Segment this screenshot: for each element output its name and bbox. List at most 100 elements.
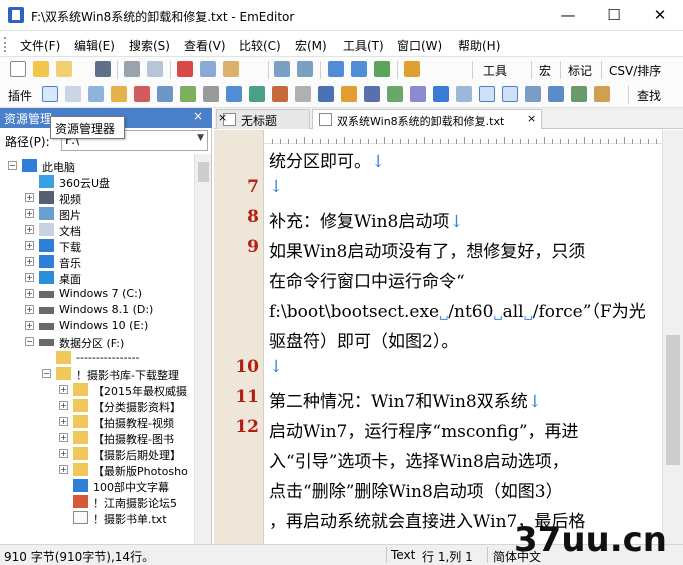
tree-item[interactable]: + 【分类摄影资料】 — [0, 398, 196, 414]
expand-icon[interactable]: + — [59, 433, 68, 442]
editor-scrollbar[interactable] — [662, 130, 683, 544]
plugin-icon[interactable] — [571, 86, 587, 102]
expand-icon[interactable]: + — [25, 257, 34, 266]
tree-item[interactable]: + Windows 7 (C:) — [0, 286, 196, 302]
tree-item[interactable]: + 【2015年最权威摄 — [0, 382, 196, 398]
tree-item[interactable]: + 桌面 — [0, 270, 196, 286]
explorer-close-icon[interactable]: × — [193, 109, 203, 123]
menu-window[interactable]: 窗口(W) — [397, 37, 442, 54]
tree-item[interactable]: − 此电脑 — [0, 158, 196, 174]
plugin-icon[interactable] — [456, 86, 472, 102]
editor-line[interactable]: ↓ — [269, 357, 283, 377]
tree-item[interactable]: − ！摄影书库-下载整理 — [0, 366, 196, 382]
print-preview-icon[interactable] — [147, 61, 163, 77]
plugin-icon[interactable] — [272, 86, 288, 102]
tree-item[interactable]: + 音乐 — [0, 254, 196, 270]
tree-scroll-thumb[interactable] — [198, 162, 209, 182]
expand-icon[interactable]: + — [59, 465, 68, 474]
print-icon[interactable] — [124, 61, 140, 77]
chevron-down-icon[interactable]: ▼ — [197, 133, 204, 143]
expand-icon[interactable]: + — [25, 273, 34, 282]
tree-item[interactable]: + 【拍摄教程-图书 — [0, 430, 196, 446]
font-plugin-icon[interactable] — [364, 86, 380, 102]
editor-line[interactable]: 在命令行窗口中运行命令“ — [269, 267, 465, 292]
editor-line[interactable]: 补充：修复Win8启动项↓ — [269, 207, 464, 232]
menu-help[interactable]: 帮助(H) — [458, 37, 500, 54]
expand-icon[interactable]: + — [25, 193, 34, 202]
editor-line[interactable]: 驱盘符）即可（如图2）。 — [269, 327, 458, 352]
new-file-icon[interactable] — [10, 61, 26, 77]
plugin-icon[interactable] — [548, 86, 564, 102]
tree-item[interactable]: + 图片 — [0, 206, 196, 222]
plugin-icon[interactable] — [387, 86, 403, 102]
plugin-icon[interactable] — [318, 86, 334, 102]
plugin-icon[interactable] — [88, 86, 104, 102]
menu-grip[interactable] — [4, 37, 8, 52]
editor-line[interactable]: ↓ — [269, 177, 283, 197]
expand-icon[interactable]: + — [25, 321, 34, 330]
plugin-icon[interactable] — [502, 86, 518, 102]
save-icon[interactable] — [95, 61, 111, 77]
open-recent-icon[interactable] — [56, 61, 72, 77]
find-next-icon[interactable] — [351, 61, 367, 77]
collapse-icon[interactable]: − — [25, 337, 34, 346]
plugin-icon[interactable] — [111, 86, 127, 102]
replace-icon[interactable] — [374, 61, 390, 77]
expand-icon[interactable]: + — [25, 209, 34, 218]
info-plugin-icon[interactable] — [433, 86, 449, 102]
tree-item[interactable]: + 【摄影后期处理】 — [0, 446, 196, 462]
tree-item[interactable]: + 【最新版Photosho — [0, 462, 196, 478]
tree-item[interactable]: − 数据分区 (F:) — [0, 334, 196, 350]
close-button[interactable]: ✕ — [637, 0, 683, 31]
menu-view[interactable]: 查看(V) — [184, 37, 226, 54]
expand-icon[interactable]: + — [25, 305, 34, 314]
plugin-icon[interactable] — [594, 86, 610, 102]
collapse-icon[interactable]: − — [8, 161, 17, 170]
find-in-files-icon[interactable] — [404, 61, 420, 77]
tree-item[interactable]: ！江南摄影论坛5 — [0, 494, 196, 510]
tab-current-file[interactable]: 双系统Win8系统的卸载和修复.txt × — [312, 109, 542, 129]
tree-scrollbar[interactable] — [194, 154, 211, 544]
search-toolbar-label[interactable]: 查找 — [637, 87, 661, 104]
plugin-icon[interactable] — [479, 86, 495, 102]
tree-item[interactable]: + 文档 — [0, 222, 196, 238]
collapse-icon[interactable]: − — [42, 369, 51, 378]
tree-item[interactable]: ---------------- — [0, 350, 196, 366]
plugin-icon[interactable] — [65, 86, 81, 102]
plugin-icon[interactable] — [134, 86, 150, 102]
redo-icon[interactable] — [297, 61, 313, 77]
menu-file[interactable]: 文件(F) — [20, 37, 60, 54]
tree-item[interactable]: + Windows 10 (E:) — [0, 318, 196, 334]
plugin-icon[interactable] — [157, 86, 173, 102]
paste-icon[interactable] — [223, 61, 239, 77]
minimize-button[interactable]: — — [545, 0, 591, 31]
tree-item[interactable]: + Windows 8.1 (D:) — [0, 302, 196, 318]
plugin-icon[interactable] — [341, 86, 357, 102]
editor-line[interactable]: 启动Win7，运行程序“msconfig”，再进 — [269, 417, 579, 442]
plugin-icon[interactable] — [525, 86, 541, 102]
tree-item[interactable]: 360云U盘 — [0, 174, 196, 190]
cut-icon[interactable] — [177, 61, 193, 77]
tree-item[interactable]: + 【拍摄教程-视频 — [0, 414, 196, 430]
expand-icon[interactable]: + — [59, 401, 68, 410]
find-icon[interactable] — [328, 61, 344, 77]
plugin-icon[interactable] — [180, 86, 196, 102]
text-editor[interactable]: 统分区即可。↓ ↓ 补充：修复Win8启动项↓ 如果Win8启动项没有了，想修复好，只… — [264, 144, 662, 544]
markers-toolbar-label[interactable]: 标记 — [568, 62, 592, 79]
plugin-icon[interactable] — [226, 86, 242, 102]
open-folder-icon[interactable] — [33, 61, 49, 77]
csv-toolbar-label[interactable]: CSV/排序 — [609, 62, 661, 79]
plugin-icon[interactable] — [203, 86, 219, 102]
menu-edit[interactable]: 编辑(E) — [74, 37, 115, 54]
menu-search[interactable]: 搜索(S) — [129, 37, 170, 54]
explorer-plugin-icon[interactable] — [42, 86, 58, 102]
tree-item[interactable]: + 视频 — [0, 190, 196, 206]
status-mode[interactable]: Text — [391, 548, 415, 562]
menu-compare[interactable]: 比较(C) — [239, 37, 281, 54]
editor-line[interactable]: 点击“删除”删除Win8启动项（如图3） — [269, 477, 563, 502]
expand-icon[interactable]: + — [59, 417, 68, 426]
plugin-icon[interactable] — [295, 86, 311, 102]
expand-icon[interactable]: + — [25, 241, 34, 250]
copy-icon[interactable] — [200, 61, 216, 77]
tree-item[interactable]: + 下载 — [0, 238, 196, 254]
